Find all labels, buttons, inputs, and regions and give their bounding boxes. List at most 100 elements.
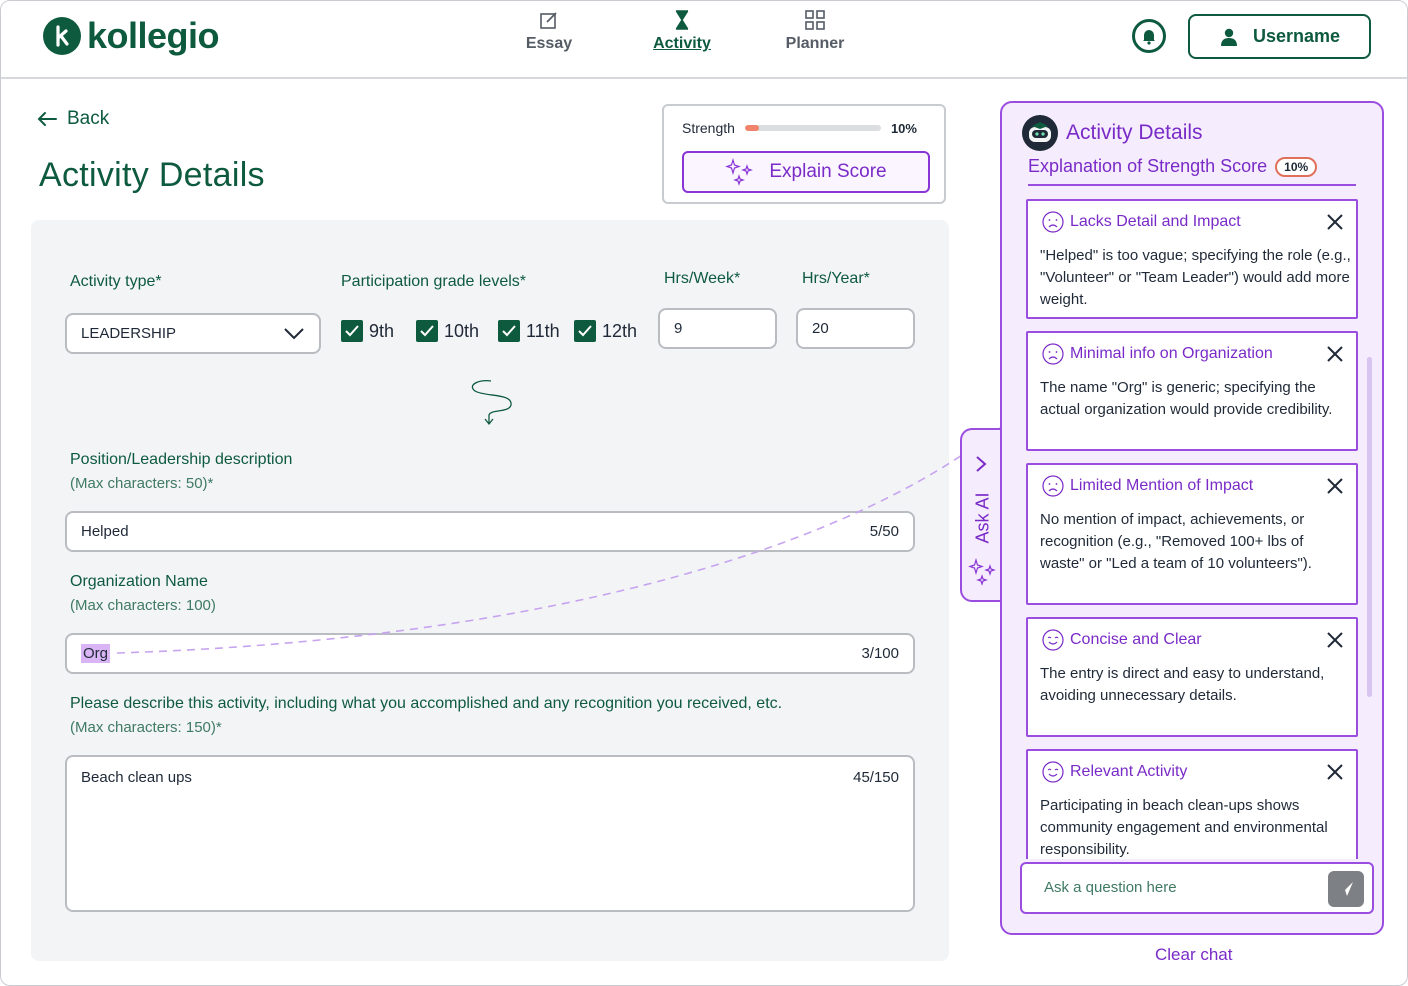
feedback-card-title: Lacks Detail and Impact [1070, 213, 1241, 230]
feedback-card: Minimal info on Organization The name "O… [1026, 331, 1358, 451]
hrs-year-input[interactable]: 20 [796, 308, 915, 349]
org-counter: 3/100 [861, 645, 899, 662]
nav-essay[interactable]: Essay [499, 9, 599, 53]
feedback-card-title: Concise and Clear [1070, 631, 1202, 648]
explain-score-button[interactable]: Explain Score [682, 151, 930, 193]
close-icon[interactable] [1326, 631, 1344, 649]
activity-type-value: LEADERSHIP [81, 325, 177, 342]
checkbox-checked-icon [574, 320, 596, 342]
subtitle-underline [1028, 184, 1356, 186]
sparkles-icon [968, 558, 996, 586]
org-input[interactable]: Org 3/100 [65, 633, 915, 674]
back-label: Back [67, 108, 110, 129]
feedback-card: Limited Mention of Impact No mention of … [1026, 463, 1358, 605]
strength-bar [744, 125, 881, 131]
feedback-card-title: Relevant Activity [1070, 763, 1188, 780]
grade-checkbox-11th[interactable]: 11th [498, 320, 560, 342]
hrs-week-input[interactable]: 9 [658, 308, 777, 349]
nav-essay-label: Essay [525, 35, 573, 52]
kollegio-logo[interactable]: kollegio [43, 15, 220, 57]
hrs-year-value: 20 [812, 320, 829, 337]
happy-face-icon [1042, 629, 1064, 651]
robot-avatar-icon [1022, 115, 1058, 151]
chevron-down-icon [284, 327, 304, 339]
sad-face-icon [1042, 211, 1064, 233]
checkbox-checked-icon [341, 320, 363, 342]
feedback-card-body: "Helped" is too vague; specifying the ro… [1040, 247, 1351, 308]
send-button[interactable] [1328, 871, 1364, 907]
notification-bell-button[interactable] [1132, 19, 1166, 53]
app-window: kollegio Essay Activity Planner Username… [0, 0, 1408, 986]
strength-label: Strength [682, 120, 735, 136]
send-icon [1339, 882, 1353, 896]
checkbox-checked-icon [416, 320, 438, 342]
close-icon[interactable] [1326, 477, 1344, 495]
ask-question-input[interactable]: Ask a question here [1020, 862, 1374, 914]
sad-face-icon [1042, 343, 1064, 365]
logo-text: kollegio [87, 15, 220, 56]
description-label: Please describe this activity, including… [70, 695, 783, 712]
explain-score-label: Explain Score [769, 161, 887, 182]
squiggle-arrow-icon [471, 379, 512, 426]
position-hint: (Max characters: 50)* [70, 475, 214, 492]
arrow-left-icon [37, 112, 57, 126]
strength-panel: Strength 10% Explain Score [662, 104, 946, 204]
chevron-right-icon [976, 456, 987, 472]
grade-label-9th: 9th [369, 320, 395, 341]
ask-question-placeholder: Ask a question here [1044, 879, 1177, 896]
position-counter: 5/50 [869, 523, 899, 540]
feedback-card: Relevant Activity Participating in beach… [1026, 749, 1358, 859]
strength-bar-fill [744, 125, 759, 131]
edit-icon [540, 12, 557, 29]
grade-label-12th: 12th [602, 320, 638, 341]
description-textarea[interactable]: Beach clean ups 45/150 [65, 755, 915, 912]
grade-checkbox-9th[interactable]: 9th [341, 320, 394, 342]
feedback-card-body: The entry is direct and easy to understa… [1040, 665, 1325, 704]
hrs-week-value: 9 [674, 320, 683, 337]
grade-checkbox-10th[interactable]: 10th [416, 320, 479, 342]
ai-panel-scrollbar[interactable] [1367, 357, 1372, 697]
grid-icon [805, 10, 825, 30]
activity-type-select[interactable]: LEADERSHIP [65, 313, 321, 354]
feedback-card-title: Minimal info on Organization [1070, 345, 1273, 362]
feedback-card-body: Participating in beach clean-ups shows c… [1040, 797, 1328, 858]
close-icon[interactable] [1326, 763, 1344, 781]
org-hint: (Max characters: 100) [70, 597, 216, 614]
strength-value: 10% [890, 120, 917, 136]
close-icon[interactable] [1326, 213, 1344, 231]
description-counter: 45/150 [853, 769, 899, 786]
top-header: kollegio Essay Activity Planner Username [1, 1, 1407, 79]
feedback-card: Lacks Detail and Impact "Helped" is too … [1026, 199, 1358, 319]
org-value-highlighted: Org [81, 644, 111, 663]
description-value: Beach clean ups [81, 769, 192, 786]
user-icon [1220, 28, 1237, 46]
ai-panel-subtitle: Explanation of Strength Score [1028, 156, 1268, 176]
position-label: Position/Leadership description [70, 451, 293, 468]
grade-checkbox-12th[interactable]: 12th [574, 320, 637, 342]
nav-planner[interactable]: Planner [765, 9, 865, 53]
activity-type-label: Activity type* [70, 273, 162, 290]
grade-label-10th: 10th [444, 320, 480, 341]
sad-face-icon [1042, 475, 1064, 497]
grade-levels-label: Participation grade levels* [341, 273, 526, 290]
nav-planner-label: Planner [785, 35, 845, 52]
feedback-card-body: The name "Org" is generic; specifying th… [1040, 379, 1333, 418]
hrs-week-label: Hrs/Week* [664, 270, 741, 287]
bell-icon [1143, 30, 1155, 45]
feedback-card: Concise and Clear The entry is direct an… [1026, 617, 1358, 737]
org-label: Organization Name [70, 573, 208, 590]
happy-face-icon [1042, 761, 1064, 783]
hrs-year-label: Hrs/Year* [802, 270, 870, 287]
position-input[interactable]: Helped 5/50 [65, 511, 915, 552]
ask-ai-tab[interactable]: Ask AI [960, 428, 1002, 602]
clear-chat-button[interactable]: Clear chat [1155, 945, 1232, 965]
nav-activity[interactable]: Activity [632, 9, 732, 53]
score-badge: 10% [1275, 156, 1318, 177]
ask-ai-label: Ask AI [972, 492, 993, 544]
back-link[interactable]: Back [37, 108, 109, 130]
position-value: Helped [81, 523, 129, 540]
grade-label-11th: 11th [526, 320, 560, 341]
close-icon[interactable] [1326, 345, 1344, 363]
user-menu-button[interactable]: Username [1188, 14, 1371, 59]
checkbox-checked-icon [498, 320, 520, 342]
